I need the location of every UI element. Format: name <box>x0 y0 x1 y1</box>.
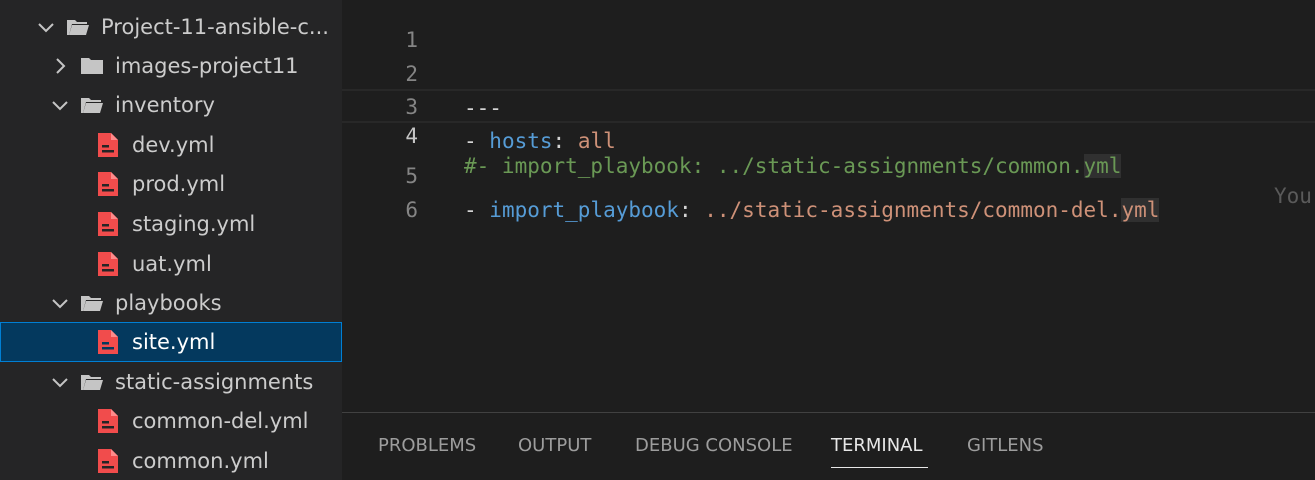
explorer-file-dev-yml[interactable]: dev.yml <box>0 125 342 165</box>
chevron-down-icon[interactable] <box>48 93 72 117</box>
code-editor[interactable]: 1 2 --- 3 - hosts: all 4 #- import_playb… <box>342 0 1315 412</box>
explorer-sidebar: Project-11-ansible-c... images-project11… <box>0 0 342 480</box>
yaml-file-icon <box>97 171 119 197</box>
explorer-file-staging-yml[interactable]: staging.yml <box>0 204 342 244</box>
folder-label: images-project11 <box>115 54 299 78</box>
chevron-down-icon[interactable] <box>34 15 58 39</box>
explorer-file-uat-yml[interactable]: uat.yml <box>0 244 342 284</box>
folder-label: playbooks <box>115 291 222 315</box>
folder-open-icon <box>66 15 90 39</box>
file-label: uat.yml <box>132 252 212 276</box>
yaml-file-icon <box>97 448 119 474</box>
yaml-file-icon <box>97 251 119 277</box>
file-label: common-del.yml <box>132 409 309 433</box>
explorer-file-prod-yml[interactable]: prod.yml <box>0 164 342 204</box>
explorer-file-site-yml[interactable]: site.yml <box>0 322 342 362</box>
yaml-file-icon <box>97 211 119 237</box>
tab-problems[interactable]: PROBLEMS <box>378 435 476 456</box>
folder-open-icon <box>80 291 104 315</box>
active-tab-indicator <box>831 467 928 468</box>
chevron-right-icon[interactable] <box>48 54 72 78</box>
yaml-file-icon <box>97 132 119 158</box>
code-line-5[interactable]: 5 - import_playbook: ../static-assignmen… <box>342 125 1315 222</box>
folder-icon <box>80 54 104 78</box>
file-label: dev.yml <box>132 133 215 157</box>
code-line-4[interactable]: 4 #- import_playbook: ../static-assignme… <box>342 89 1315 208</box>
tab-debug-console[interactable]: DEBUG CONSOLE <box>635 435 793 456</box>
folder-label: Project-11-ansible-c... <box>101 15 329 39</box>
explorer-file-common-del-yml[interactable]: common-del.yml <box>0 401 342 441</box>
line-number: 6 <box>405 198 418 222</box>
explorer-folder-static-assignments[interactable]: static-assignments <box>0 362 342 402</box>
explorer-folder-images-project11[interactable]: images-project11 <box>0 46 342 86</box>
explorer-file-common-yml[interactable]: common.yml <box>0 441 342 480</box>
code-text: - import_playbook: ../static-assignments… <box>464 198 1160 222</box>
file-label: site.yml <box>132 330 216 354</box>
file-label: prod.yml <box>132 172 226 196</box>
folder-label: static-assignments <box>115 370 314 394</box>
chevron-down-icon[interactable] <box>48 291 72 315</box>
explorer-root-folder[interactable]: Project-11-ansible-c... <box>0 7 342 47</box>
tab-terminal[interactable]: TERMINAL <box>831 435 923 456</box>
chevron-down-icon[interactable] <box>48 370 72 394</box>
code-line-3[interactable]: 3 - hosts: all <box>342 56 1315 153</box>
file-label: common.yml <box>132 449 269 473</box>
code-line-2[interactable]: 2 --- <box>342 23 1315 120</box>
yaml-file-icon <box>97 408 119 434</box>
file-label: staging.yml <box>132 212 256 236</box>
folder-open-icon <box>80 93 104 117</box>
explorer-folder-playbooks[interactable]: playbooks <box>0 283 342 323</box>
bottom-panel: PROBLEMS OUTPUT DEBUG CONSOLE TERMINAL G… <box>342 412 1315 480</box>
code-line-1[interactable]: 1 <box>342 0 1315 52</box>
folder-label: inventory <box>115 93 215 117</box>
explorer-folder-inventory[interactable]: inventory <box>0 85 342 125</box>
yaml-file-icon <box>97 329 119 355</box>
code-line-6[interactable]: 6 <box>342 159 1315 222</box>
tab-output[interactable]: OUTPUT <box>518 435 591 456</box>
tab-gitlens[interactable]: GITLENS <box>967 435 1044 456</box>
folder-open-icon <box>80 370 104 394</box>
